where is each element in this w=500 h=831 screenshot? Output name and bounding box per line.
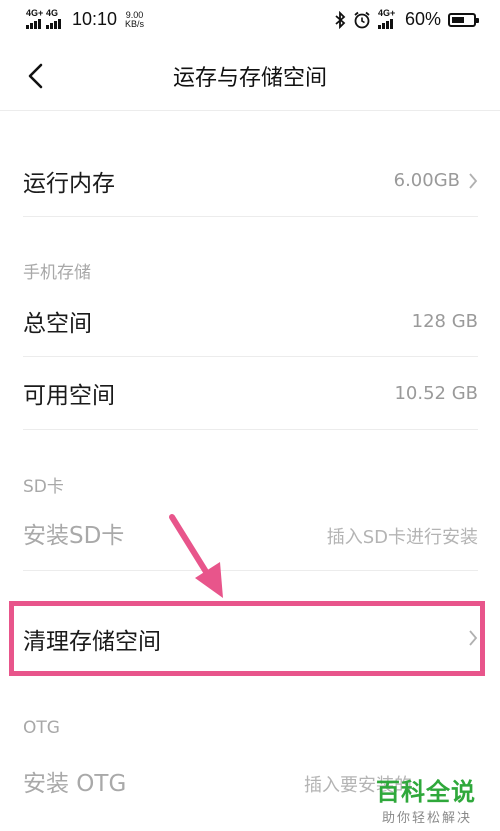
watermark-title: 百科全说: [376, 778, 476, 806]
otg-header: OTG: [23, 718, 60, 738]
network-type-label-2: 4G: [46, 7, 59, 18]
chevron-right-icon: [469, 172, 478, 189]
battery-icon: [448, 12, 479, 27]
divider: [23, 216, 478, 217]
total-space-label: 总空间: [23, 311, 92, 337]
ram-label: 运行内存: [23, 171, 115, 197]
total-space-row: 总空间 128 GB: [0, 290, 500, 350]
divider: [23, 429, 478, 430]
install-sd-card-row[interactable]: 安装SD卡 插入SD卡进行安装: [0, 502, 500, 562]
highlight-box: [9, 601, 485, 676]
status-bar: 4G+ 4G 10:10 9.00 KB/s 4G+ 60%: [0, 0, 500, 40]
network-speed: 9.00 KB/s: [125, 10, 145, 29]
total-space-value: 128 GB: [411, 311, 478, 332]
available-space-label: 可用空间: [23, 383, 115, 409]
signal-icon-2: 4G: [46, 7, 61, 29]
available-space-value: 10.52 GB: [394, 383, 478, 404]
watermark-subtitle: 助你轻松解决: [382, 811, 473, 826]
network-type-label-3: 4G+: [377, 7, 396, 18]
nav-bar: 运存与存储空间: [0, 40, 500, 111]
bluetooth-icon: [335, 10, 346, 29]
alarm-icon: [354, 11, 370, 28]
clock: 10:10: [72, 9, 118, 29]
install-sd-card-label: 安装SD卡: [23, 523, 125, 549]
install-sd-card-hint: 插入SD卡进行安装: [326, 527, 478, 548]
sd-card-header: SD卡: [23, 477, 64, 497]
divider: [23, 570, 478, 571]
status-right: 4G+ 60%: [334, 7, 479, 30]
battery-percent: 60%: [404, 9, 441, 29]
status-left: 4G+ 4G 10:10 9.00 KB/s: [26, 7, 145, 30]
divider: [23, 356, 478, 357]
watermark-logo: 百科全说 助你轻松解决: [370, 772, 500, 831]
speed-unit: KB/s: [125, 18, 145, 29]
ram-row[interactable]: 运行内存 6.00GB: [0, 150, 500, 212]
phone-storage-header: 手机存储: [23, 263, 91, 283]
signal-icon-3: 4G+: [377, 7, 396, 29]
available-space-row: 可用空间 10.52 GB: [0, 362, 500, 422]
network-type-label: 4G+: [26, 7, 44, 18]
signal-icon: 4G+: [26, 7, 44, 29]
install-otg-label: 安装 OTG: [23, 771, 127, 797]
page-title: 运存与存储空间: [172, 66, 327, 91]
ram-value: 6.00GB: [393, 170, 460, 191]
ram-value-group: 6.00GB: [394, 170, 478, 191]
